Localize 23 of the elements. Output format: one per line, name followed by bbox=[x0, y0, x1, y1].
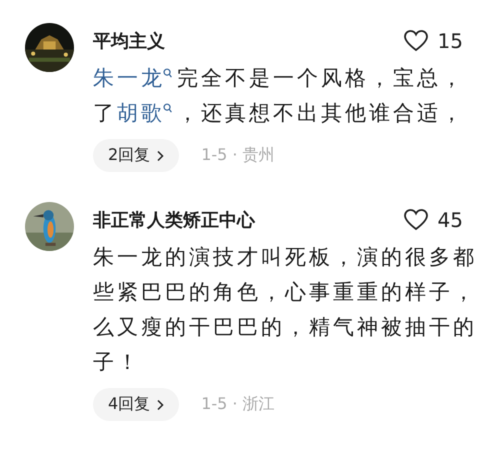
search-icon bbox=[163, 68, 172, 79]
comment-text: 了 bbox=[93, 100, 117, 127]
date-location: 1-5 · 浙江 bbox=[201, 394, 275, 415]
comment-text: 朱一龙的演技才叫死板，演的很多都 bbox=[93, 244, 477, 271]
date-location: 1-5 · 贵州 bbox=[201, 145, 275, 166]
comment-text: 子！ bbox=[93, 349, 141, 376]
comment-text: 么又瘦的干巴巴的，精气神被抽干的 bbox=[93, 314, 477, 341]
comment-text: ，还真想不出其他谁合适， bbox=[177, 100, 465, 127]
author-name[interactable]: 非正常人类矫正中心 bbox=[93, 208, 255, 232]
comment-text: 些紧巴巴的角色，心事重重的样子， bbox=[93, 279, 477, 306]
chevron-icon bbox=[156, 150, 164, 162]
like-button[interactable]: 15 bbox=[404, 29, 463, 53]
author-name[interactable]: 平均主义 bbox=[93, 29, 165, 53]
search-icon bbox=[163, 103, 172, 114]
replies-button[interactable]: 4回复 bbox=[93, 388, 180, 421]
like-button[interactable]: 45 bbox=[404, 208, 463, 232]
keyword-link[interactable]: 朱一龙 bbox=[93, 61, 165, 96]
chevron-icon bbox=[156, 398, 164, 410]
keyword-link[interactable]: 胡歌 bbox=[117, 96, 165, 131]
heart-icon bbox=[404, 209, 428, 231]
heart-icon bbox=[404, 30, 428, 52]
replies-button[interactable]: 2回复 bbox=[93, 139, 180, 172]
comment-text: 完全不是一个风格，宝总， bbox=[177, 65, 465, 92]
